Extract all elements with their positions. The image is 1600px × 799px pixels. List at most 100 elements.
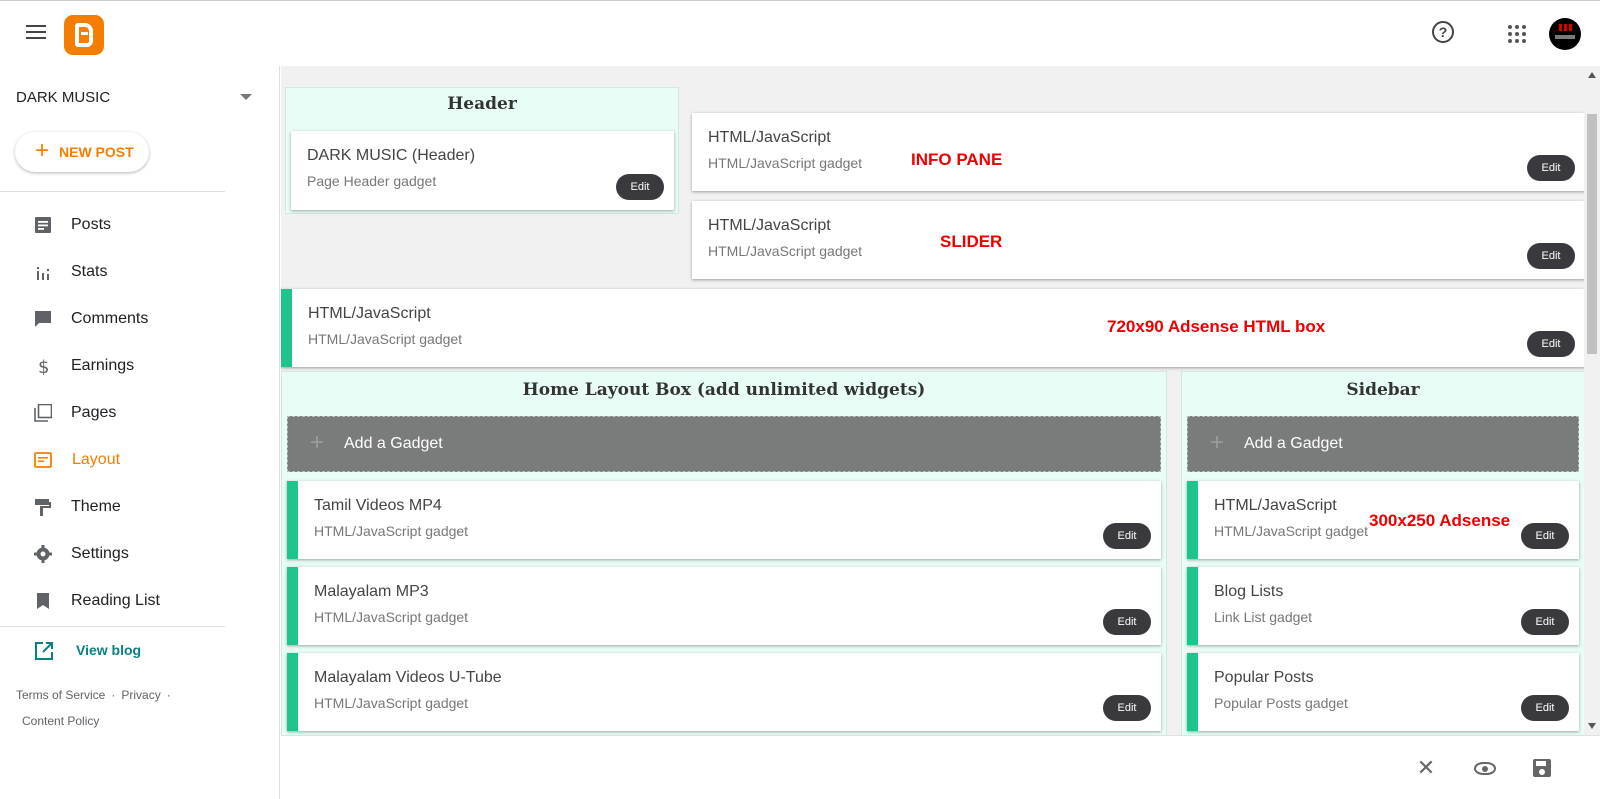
- sidebar-item-earnings[interactable]: $ Earnings: [0, 343, 225, 390]
- sidebar-item-label: Theme: [71, 498, 121, 515]
- close-icon[interactable]: ✕: [1414, 756, 1438, 780]
- scroll-down-arrow-icon[interactable]: [1588, 723, 1596, 729]
- sidebar-item-reading-list[interactable]: Reading List: [0, 578, 225, 625]
- new-post-label: NEW POST: [59, 144, 134, 160]
- separator: ·: [111, 688, 116, 702]
- save-icon[interactable]: [1530, 756, 1554, 780]
- add-gadget-label: Add a Gadget: [1244, 435, 1343, 452]
- reading-list-icon: [37, 593, 49, 609]
- comments-icon: [35, 311, 51, 327]
- earnings-icon: $: [38, 357, 49, 375]
- new-post-button[interactable]: + NEW POST: [15, 132, 149, 172]
- view-blog-label: View blog: [76, 642, 142, 658]
- stats-icon: [37, 267, 49, 280]
- edit-button[interactable]: Edit: [1527, 331, 1575, 357]
- bottom-action-bar: ✕: [281, 735, 1600, 799]
- edit-button[interactable]: Edit: [1527, 155, 1575, 181]
- content-policy-link[interactable]: Content Policy: [22, 714, 99, 728]
- sidebar-item-posts[interactable]: Posts: [0, 202, 225, 249]
- help-icon[interactable]: ?: [1432, 21, 1454, 43]
- sidebar-item-settings[interactable]: Settings: [0, 531, 225, 578]
- divider: [0, 191, 225, 192]
- posts-icon: [35, 217, 51, 233]
- edit-button[interactable]: Edit: [616, 174, 664, 200]
- gadget-subtitle: HTML/JavaScript gadget: [314, 523, 469, 539]
- info-pane-gadget[interactable]: HTML/JavaScript HTML/JavaScript gadget I…: [692, 113, 1584, 191]
- sidebar-item-label: Reading List: [71, 592, 160, 609]
- edit-button[interactable]: Edit: [1521, 523, 1569, 549]
- blog-selector[interactable]: DARK MUSIC: [16, 88, 252, 116]
- header-section: Header DARK MUSIC (Header) Page Header g…: [285, 87, 679, 214]
- gadget-subtitle: HTML/JavaScript gadget: [1214, 523, 1369, 539]
- gadget-title: HTML/JavaScript: [708, 129, 831, 146]
- scroll-up-arrow-icon[interactable]: [1588, 72, 1596, 78]
- annotation-label: SLIDER: [940, 232, 1003, 251]
- gadget-title: HTML/JavaScript: [308, 305, 431, 322]
- home-gadget[interactable]: Tamil Videos MP4 HTML/JavaScript gadget …: [287, 481, 1161, 559]
- home-gadget[interactable]: Malayalam Videos U-Tube HTML/JavaScript …: [287, 653, 1161, 731]
- sidebar-item-stats[interactable]: Stats: [0, 249, 225, 296]
- gadget-title: Tamil Videos MP4: [314, 497, 442, 514]
- gadget-subtitle: HTML/JavaScript gadget: [314, 609, 469, 625]
- sidebar-gadget[interactable]: HTML/JavaScript HTML/JavaScript gadget 3…: [1187, 481, 1579, 559]
- sidebar-item-theme[interactable]: Theme: [0, 484, 225, 531]
- theme-icon: [35, 499, 51, 516]
- gadget-subtitle: HTML/JavaScript gadget: [708, 243, 863, 259]
- terms-link[interactable]: Terms of Service: [16, 688, 105, 702]
- header-gadget[interactable]: DARK MUSIC (Header) Page Header gadget E…: [291, 131, 674, 210]
- edit-button[interactable]: Edit: [1103, 523, 1151, 549]
- annotation-label: INFO PANE: [911, 150, 1003, 169]
- slider-gadget[interactable]: HTML/JavaScript HTML/JavaScript gadget S…: [692, 201, 1584, 279]
- gadget-title: DARK MUSIC (Header): [307, 147, 476, 164]
- chevron-down-icon: [240, 94, 252, 100]
- open-in-new-icon: [35, 642, 53, 660]
- vertical-scrollbar[interactable]: [1584, 66, 1600, 735]
- sidebar-item-pages[interactable]: Pages: [0, 390, 225, 437]
- add-gadget-button-sidebar[interactable]: + Add a Gadget: [1187, 416, 1579, 472]
- separator: ·: [166, 688, 171, 702]
- privacy-link[interactable]: Privacy: [121, 688, 160, 702]
- edit-button[interactable]: Edit: [1103, 609, 1151, 635]
- sidebar-item-layout[interactable]: Layout: [0, 437, 225, 484]
- edit-button[interactable]: Edit: [1521, 609, 1569, 635]
- gadget-title: HTML/JavaScript: [708, 217, 831, 234]
- section-title: Header: [447, 94, 517, 114]
- sidebar-nav: Posts Stats Comments $ Earnings Pages La…: [0, 202, 225, 625]
- gadget-title: Malayalam MP3: [314, 583, 429, 600]
- sidebar-item-comments[interactable]: Comments: [0, 296, 225, 343]
- annotation-label: 720x90 Adsense HTML box: [1107, 317, 1326, 336]
- add-gadget-button-home[interactable]: + Add a Gadget: [287, 416, 1161, 472]
- gadget-subtitle: HTML/JavaScript gadget: [708, 155, 863, 171]
- settings-icon: [34, 545, 52, 563]
- gadget-title: Blog Lists: [1214, 583, 1284, 600]
- sidebar-item-label: Layout: [72, 451, 121, 468]
- section-title: Home Layout Box (add unlimited widgets): [522, 380, 926, 400]
- blogger-logo[interactable]: [64, 15, 104, 55]
- avatar[interactable]: [1549, 18, 1581, 50]
- edit-button[interactable]: Edit: [1527, 243, 1575, 269]
- edit-button[interactable]: Edit: [1103, 695, 1151, 721]
- gadget-subtitle: HTML/JavaScript gadget: [314, 695, 469, 711]
- sidebar-item-label: Settings: [71, 545, 129, 562]
- sidebar-gadget[interactable]: Popular Posts Popular Posts gadget Edit: [1187, 653, 1579, 731]
- svg-text:$: $: [38, 357, 49, 375]
- scrollbar-thumb[interactable]: [1587, 114, 1597, 354]
- hamburger-menu-icon[interactable]: [22, 21, 50, 47]
- adsense-720x90-gadget[interactable]: HTML/JavaScript HTML/JavaScript gadget 7…: [281, 289, 1584, 367]
- sidebar-gadget[interactable]: Blog Lists Link List gadget Edit: [1187, 567, 1579, 645]
- top-app-bar: ?: [0, 0, 1600, 66]
- gadget-subtitle: HTML/JavaScript gadget: [308, 331, 463, 347]
- preview-eye-icon[interactable]: [1472, 756, 1496, 780]
- edit-button[interactable]: Edit: [1521, 695, 1569, 721]
- plus-icon: +: [35, 137, 50, 164]
- gadget-subtitle: Page Header gadget: [307, 173, 437, 189]
- apps-grid-icon[interactable]: [1508, 25, 1526, 43]
- section-title: Sidebar: [1346, 380, 1420, 400]
- divider: [0, 626, 225, 627]
- footer-links: Terms of Service · Privacy · Content Policy: [16, 682, 216, 734]
- gadget-title: Malayalam Videos U-Tube: [314, 669, 502, 686]
- home-gadget[interactable]: Malayalam MP3 HTML/JavaScript gadget Edi…: [287, 567, 1161, 645]
- view-blog-link[interactable]: View blog: [0, 636, 225, 666]
- sidebar-item-label: Pages: [71, 404, 117, 421]
- plus-icon: +: [1210, 429, 1225, 456]
